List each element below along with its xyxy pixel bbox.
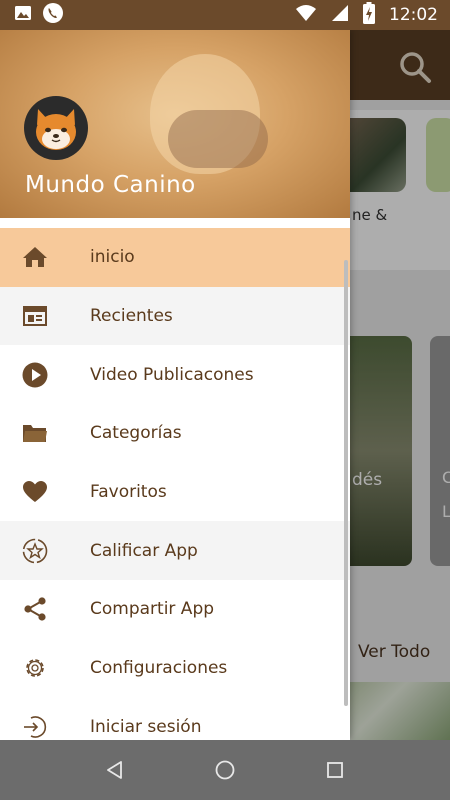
- menu-label: Favoritos: [90, 482, 167, 503]
- menu-item-inicio[interactable]: inicio: [0, 228, 350, 287]
- menu-label: Calificar App: [90, 540, 198, 561]
- menu-item-video-publicaciones[interactable]: Video Publicacones: [0, 345, 350, 405]
- gear-icon: [22, 655, 48, 681]
- menu-item-favoritos[interactable]: Favoritos: [0, 462, 350, 522]
- play-icon: [22, 362, 48, 388]
- menu-label: Categorías: [90, 423, 182, 444]
- menu-item-compartir-app[interactable]: Compartir App: [0, 580, 350, 639]
- image-icon: [14, 5, 32, 25]
- share-icon: [22, 596, 48, 622]
- status-bar: 12:02: [0, 0, 450, 30]
- menu-item-calificar-app[interactable]: Calificar App: [0, 521, 350, 581]
- shiba-logo-icon: [36, 109, 76, 150]
- wifi-icon: [295, 4, 317, 26]
- menu-label: Compartir App: [90, 599, 215, 620]
- system-nav-bar: [0, 740, 450, 800]
- navigation-drawer: Mundo Canino inicio Recientes Video Publ…: [0, 30, 350, 740]
- status-time: 12:02: [389, 5, 438, 25]
- drawer-header: Mundo Canino: [0, 30, 350, 218]
- folder-icon: [22, 420, 48, 446]
- menu-item-recientes[interactable]: Recientes: [0, 286, 350, 346]
- back-button[interactable]: [100, 755, 130, 785]
- app-title: Mundo Canino: [25, 172, 196, 198]
- signal-icon: [331, 4, 349, 26]
- menu-label: inicio: [90, 247, 135, 268]
- drawer-scrollbar[interactable]: [344, 260, 348, 706]
- menu-label: Recientes: [90, 306, 173, 327]
- heart-icon: [22, 479, 48, 505]
- phone-icon: [42, 2, 64, 28]
- menu-item-iniciar-sesion[interactable]: Iniciar sesión: [0, 697, 350, 740]
- menu-label: Iniciar sesión: [90, 716, 202, 737]
- menu-item-categorias[interactable]: Categorías: [0, 404, 350, 463]
- recents-button[interactable]: [320, 755, 350, 785]
- menu-item-configuraciones[interactable]: Configuraciones: [0, 638, 350, 698]
- menu-label: Video Publicacones: [90, 364, 254, 385]
- drawer-menu: inicio Recientes Video Publicacones Cate…: [0, 228, 350, 740]
- header-dog-toy: [168, 110, 268, 168]
- star-badge-icon: [22, 538, 48, 564]
- menu-label: Configuraciones: [90, 658, 228, 679]
- calendar-icon: [22, 303, 48, 329]
- home-icon: [22, 244, 48, 270]
- battery-charging-icon: [363, 2, 375, 28]
- avatar: [24, 96, 88, 160]
- home-button[interactable]: [210, 755, 240, 785]
- login-icon: [22, 714, 48, 740]
